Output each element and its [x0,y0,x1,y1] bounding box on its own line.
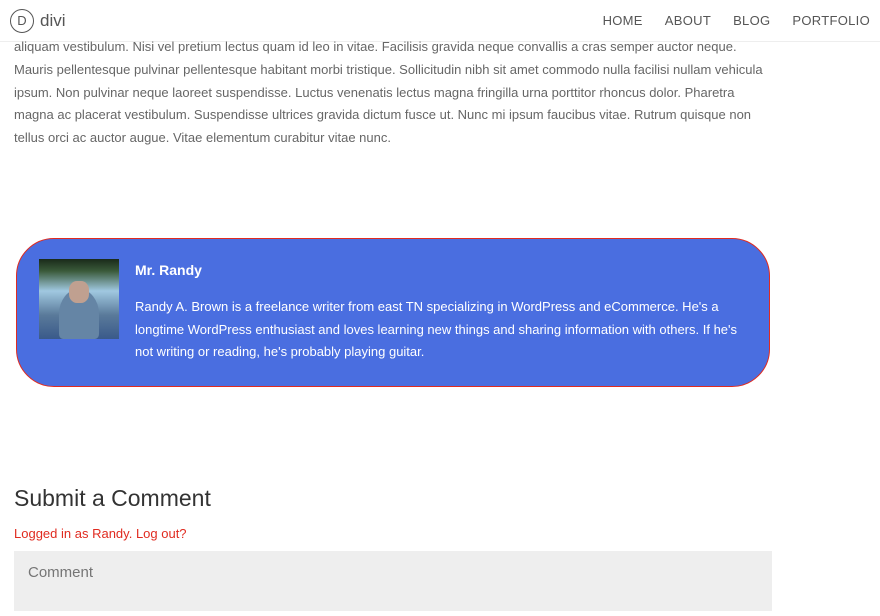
login-info: Logged in as Randy. Log out? [14,526,772,541]
author-info: Mr. Randy Randy A. Brown is a freelance … [135,259,747,364]
main-content: aliquam vestibulum. Nisi vel pretium lec… [0,36,880,616]
logo-icon: D [10,9,34,33]
login-username: Randy [92,526,129,541]
login-prefix: Logged in as [14,526,92,541]
login-separator: . [129,526,136,541]
logged-in-link[interactable]: Logged in as Randy [14,526,129,541]
logo[interactable]: D divi [10,9,66,33]
nav-portfolio[interactable]: PORTFOLIO [792,13,870,28]
logo-text: divi [40,11,66,31]
comment-section: Submit a Comment Logged in as Randy. Log… [14,485,772,616]
comment-textarea[interactable] [14,551,772,611]
article-body: aliquam vestibulum. Nisi vel pretium lec… [14,36,772,150]
author-box: Mr. Randy Randy A. Brown is a freelance … [16,238,770,387]
primary-nav: HOME ABOUT BLOG PORTFOLIO [603,13,870,28]
author-avatar [39,259,119,339]
logout-link[interactable]: Log out? [136,526,187,541]
nav-blog[interactable]: BLOG [733,13,770,28]
author-bio: Randy A. Brown is a freelance writer fro… [135,296,747,364]
nav-about[interactable]: ABOUT [665,13,711,28]
author-name: Mr. Randy [135,262,747,278]
nav-home[interactable]: HOME [603,13,643,28]
comment-title: Submit a Comment [14,485,772,512]
